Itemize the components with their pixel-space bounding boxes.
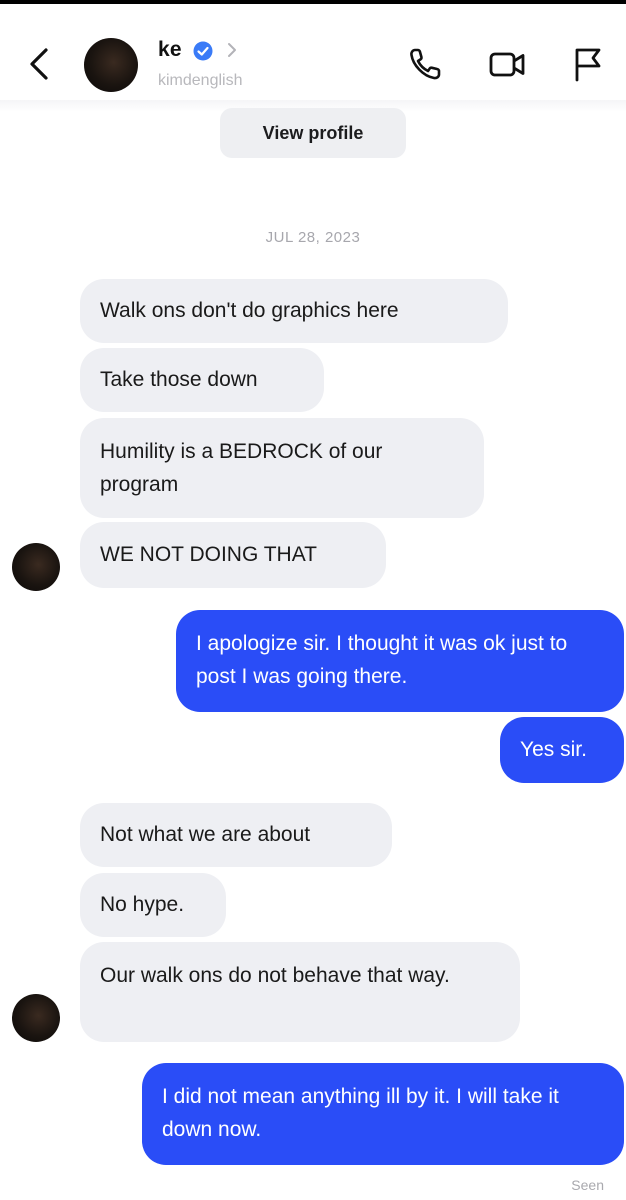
date-separator: JUL 28, 2023: [265, 229, 361, 246]
chevron-right-icon[interactable]: [225, 41, 239, 59]
contact-name[interactable]: ke: [158, 38, 182, 62]
incoming-message[interactable]: Our walk ons do not behave that way.: [80, 942, 520, 1042]
chevron-left-icon: [30, 48, 48, 80]
verified-badge-icon: [193, 41, 213, 61]
incoming-message[interactable]: WE NOT DOING THAT: [80, 522, 386, 588]
incoming-message[interactable]: Not what we are about: [80, 803, 392, 867]
incoming-message[interactable]: Take those down: [80, 348, 324, 412]
phone-icon[interactable]: [406, 44, 446, 84]
incoming-message[interactable]: Humility is a BEDROCK of our program: [80, 418, 484, 518]
contact-avatar[interactable]: [84, 38, 138, 92]
contact-handle: kimdenglish: [158, 72, 243, 89]
video-camera-icon[interactable]: [488, 44, 528, 84]
seen-receipt: Seen: [571, 1177, 604, 1193]
incoming-message[interactable]: No hype.: [80, 873, 226, 937]
top-edge: [0, 0, 626, 4]
outgoing-message[interactable]: I did not mean anything ill by it. I wil…: [142, 1063, 624, 1165]
incoming-message[interactable]: Walk ons don't do graphics here: [80, 279, 508, 343]
sender-avatar[interactable]: [12, 994, 60, 1042]
view-profile-button[interactable]: View profile: [220, 108, 406, 158]
flag-icon[interactable]: [568, 44, 608, 84]
back-button[interactable]: [22, 44, 56, 84]
sender-avatar[interactable]: [12, 543, 60, 591]
outgoing-message[interactable]: I apologize sir. I thought it was ok jus…: [176, 610, 624, 712]
chat-screen: ke kimdenglish View profile JUL 28, 2023…: [0, 0, 626, 1200]
outgoing-message[interactable]: Yes sir.: [500, 717, 624, 783]
